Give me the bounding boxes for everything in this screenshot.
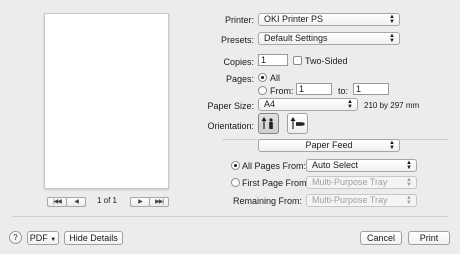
last-page-button[interactable]: ▶▶| [149, 197, 169, 207]
section-select[interactable]: Paper Feed ▲ ▼ [258, 139, 400, 152]
paper-size-label: Paper Size: [207, 101, 254, 111]
all-pages-value: Auto Select [312, 160, 359, 170]
orientation-label: Orientation: [207, 121, 254, 131]
print-button[interactable]: Print [408, 231, 450, 245]
previous-page-button[interactable]: ◀ [66, 197, 86, 207]
copies-input[interactable]: 1 [258, 54, 288, 66]
printer-value: OKI Printer PS [264, 14, 324, 24]
all-pages-radio[interactable] [231, 161, 240, 170]
orientation-landscape-button[interactable] [287, 113, 308, 134]
pages-all-label: All [270, 73, 281, 83]
all-pages-select[interactable]: Auto Select ▲ ▼ [306, 159, 417, 172]
footer-divider [12, 216, 448, 217]
cancel-button[interactable]: Cancel [360, 231, 402, 245]
remaining-select[interactable]: Multi-Purpose Tray ▲ ▼ [306, 194, 417, 207]
copies-label: Copies: [223, 57, 254, 67]
printer-select[interactable]: OKI Printer PS ▲ ▼ [258, 13, 400, 26]
first-page-radio[interactable] [231, 178, 240, 187]
pages-to-label: to: [338, 86, 349, 96]
remaining-value: Multi-Purpose Tray [312, 195, 388, 205]
hide-details-button[interactable]: Hide Details [64, 231, 123, 245]
updown-arrows-icon: ▲ ▼ [406, 176, 412, 188]
help-button[interactable]: ? [9, 231, 22, 244]
all-pages-label: All Pages From: [242, 161, 307, 171]
updown-arrows-icon: ▲ ▼ [406, 194, 412, 206]
chevron-down-icon: ▼ [50, 237, 57, 243]
first-page-button[interactable]: |◀◀ [47, 197, 67, 207]
page-indicator: 1 of 1 [96, 196, 117, 205]
paper-size-select[interactable]: A4 ▲ ▼ [258, 98, 358, 111]
section-value: Paper Feed [305, 140, 353, 150]
portrait-icon [261, 117, 273, 129]
updown-arrows-icon: ▲ ▼ [389, 32, 395, 44]
first-page-select[interactable]: Multi-Purpose Tray ▲ ▼ [306, 176, 417, 189]
pdf-menu-button[interactable]: PDF ▼ [27, 231, 59, 245]
next-page-button[interactable]: ▶ [130, 197, 150, 207]
paper-dimensions: 210 by 297 mm [364, 101, 420, 110]
remaining-label: Remaining From: [232, 196, 302, 206]
presets-label: Presets: [220, 35, 254, 45]
preview-page [44, 13, 169, 189]
presets-value: Default Settings [264, 33, 328, 43]
pages-from-label: From: [270, 86, 294, 96]
landscape-icon [290, 117, 305, 129]
first-page-value: Multi-Purpose Tray [312, 177, 388, 187]
presets-select[interactable]: Default Settings ▲ ▼ [258, 32, 400, 45]
updown-arrows-icon: ▲ ▼ [406, 159, 412, 171]
pages-to-input[interactable]: 1 [353, 83, 389, 95]
two-sided-checkbox[interactable] [293, 56, 302, 65]
pdf-label: PDF [29, 233, 48, 243]
first-page-label: First Page From: [242, 178, 310, 188]
pages-all-radio[interactable] [258, 73, 267, 82]
updown-arrows-icon: ▲ ▼ [389, 139, 395, 151]
two-sided-label: Two-Sided [305, 56, 348, 66]
paper-size-value: A4 [264, 99, 276, 109]
pages-from-radio[interactable] [258, 86, 267, 95]
printer-label: Printer: [224, 15, 254, 25]
pages-label: Pages: [225, 74, 254, 84]
updown-arrows-icon: ▲ ▼ [347, 98, 353, 110]
orientation-portrait-button[interactable] [258, 113, 279, 134]
pages-from-input[interactable]: 1 [296, 83, 332, 95]
updown-arrows-icon: ▲ ▼ [389, 13, 395, 25]
